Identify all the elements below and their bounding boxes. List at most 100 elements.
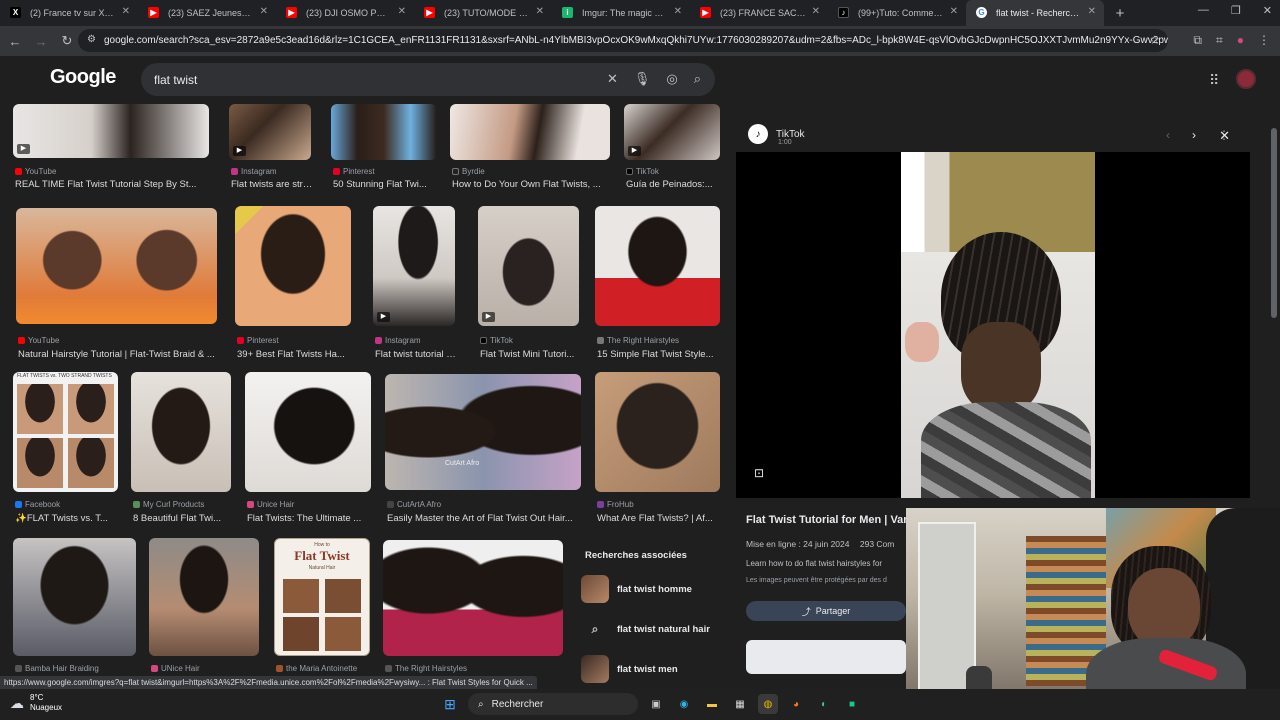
result-source[interactable]: Bamba Hair Braiding — [15, 664, 99, 673]
related-item[interactable]: flat twist homme — [581, 574, 727, 604]
app-icon[interactable]: ■ — [842, 694, 862, 714]
tab-dji-osmo[interactable]: ▶ (23) DJI OSMO POCKET 3 ✕ — [276, 0, 414, 26]
result-source[interactable]: the Maria Antoinette — [276, 664, 357, 673]
tab-search-icon[interactable]: ⌗ — [1216, 33, 1223, 48]
profile-icon[interactable]: ● — [1237, 33, 1244, 48]
result-thumbnail[interactable]: ▶ — [13, 104, 209, 158]
image-result[interactable]: ▶ TikTok Flat Twist Mini Tutori... — [478, 206, 579, 360]
edge-dev-icon[interactable]: ◐ — [814, 694, 834, 714]
image-result[interactable]: ▶ Instagram Flat twists are strat... — [229, 104, 313, 190]
lens-search-icon[interactable]: ⊡ — [754, 466, 764, 480]
result-source[interactable]: FroHub — [597, 500, 634, 509]
close-tab-icon[interactable]: ✕ — [1088, 6, 1096, 17]
result-source[interactable]: Instagram — [231, 167, 277, 176]
result-title[interactable]: REAL TIME Flat Twist Tutorial Step By St… — [15, 179, 211, 190]
result-thumbnail[interactable] — [383, 540, 563, 656]
result-source[interactable]: CutArtA Afro — [387, 500, 441, 509]
reload-icon[interactable]: ↻ — [54, 33, 80, 49]
image-result[interactable]: ▶ YouTube REAL TIME Flat Twist Tutorial … — [13, 104, 209, 190]
bookmark-star-icon[interactable]: ☆ — [1149, 33, 1160, 47]
image-result[interactable]: Pinterest 50 Stunning Flat Twi... — [331, 104, 437, 190]
result-source[interactable]: The Right Hairstyles — [385, 664, 467, 673]
result-source[interactable]: YouTube — [15, 167, 56, 176]
result-thumbnail[interactable]: ▶ — [478, 206, 579, 326]
tab-tiktok-tuto[interactable]: ♪ (99+)Tuto: Comment stre ✕ — [828, 0, 966, 26]
result-source[interactable]: Facebook — [15, 500, 60, 509]
lens-icon[interactable]: ◎ — [666, 71, 677, 87]
result-thumbnail[interactable] — [16, 208, 217, 324]
result-title[interactable]: 39+ Best Flat Twists Ha... — [237, 349, 353, 360]
result-thumbnail[interactable] — [331, 104, 437, 160]
preview-title[interactable]: Flat Twist Tutorial for Men | Var — [746, 514, 908, 526]
result-source[interactable]: Pinterest — [333, 167, 375, 176]
image-result[interactable]: YouTube Natural Hairstyle Tutorial | Fla… — [16, 208, 217, 360]
address-bar[interactable]: ⚙ google.com/search?sca_esv=2872a9e5c3ea… — [78, 29, 1168, 52]
back-icon[interactable]: ← — [2, 34, 28, 49]
close-preview-icon[interactable]: ✕ — [1219, 128, 1230, 144]
result-source[interactable]: Unice Hair — [247, 500, 294, 509]
file-explorer-icon[interactable]: ▬ — [702, 694, 722, 714]
close-window-icon[interactable]: ✕ — [1263, 4, 1272, 17]
result-thumbnail[interactable] — [450, 104, 610, 160]
tab-saez[interactable]: ▶ (23) SAEZ Jeunesse lève-t ✕ — [138, 0, 276, 26]
result-thumbnail[interactable]: CutArt Afro — [385, 374, 581, 490]
close-tab-icon[interactable]: ✕ — [260, 6, 268, 17]
tab-imgur[interactable]: i Imgur: The magic of the I ✕ — [552, 0, 690, 26]
image-result[interactable]: Unice Hair Flat Twists: The Ultimate ... — [245, 372, 371, 524]
result-title[interactable]: Easily Master the Art of Flat Twist Out … — [387, 513, 583, 524]
clear-icon[interactable]: ✕ — [607, 71, 618, 87]
result-thumbnail[interactable]: How to Flat Twist Natural Hair — [274, 538, 370, 656]
result-source[interactable]: The Right Hairstyles — [597, 336, 679, 345]
new-tab-button[interactable]: + — [1110, 5, 1130, 22]
result-thumbnail[interactable] — [13, 538, 136, 656]
menu-icon[interactable]: ⋮ — [1258, 33, 1270, 48]
image-result[interactable]: ▶ TikTok Guía de Peinados:... — [624, 104, 720, 190]
visit-button[interactable] — [746, 640, 906, 674]
related-item[interactable]: ⌕ flat twist natural hair — [581, 614, 727, 644]
firefox-icon[interactable]: ◕ — [786, 694, 806, 714]
site-info-icon[interactable]: ⚙ — [87, 34, 96, 45]
result-thumbnail[interactable] — [235, 206, 351, 326]
image-result[interactable]: ▶ Instagram Flat twist tutorial o... — [373, 206, 457, 360]
image-result[interactable]: FroHub What Are Flat Twists? | Af... — [595, 372, 722, 524]
result-title[interactable]: What Are Flat Twists? | Af... — [597, 513, 722, 524]
image-result[interactable]: My Curl Products 8 Beautiful Flat Twi... — [131, 372, 231, 524]
result-thumbnail[interactable] — [245, 372, 371, 492]
result-source[interactable]: Pinterest — [237, 336, 279, 345]
image-result[interactable]: Bamba Hair Braiding — [13, 538, 136, 678]
image-result[interactable]: UNice Hair — [149, 538, 259, 678]
close-tab-icon[interactable]: ✕ — [398, 6, 406, 17]
search-input[interactable]: flat twist ✕ 🎙 ◎ ⌕ — [141, 63, 715, 96]
result-source[interactable]: My Curl Products — [133, 500, 204, 509]
image-result[interactable]: FLAT TWISTS vs. TWO STRAND TWISTS Facebo… — [13, 372, 118, 524]
preview-source[interactable]: ♪ TikTok — [748, 124, 805, 144]
result-thumbnail[interactable] — [595, 206, 720, 326]
result-title[interactable]: Flat twists are strat... — [231, 179, 313, 190]
store-icon[interactable]: ▦ — [730, 694, 750, 714]
forward-icon[interactable]: → — [28, 34, 54, 49]
related-item[interactable]: flat twist men — [581, 654, 727, 684]
restore-icon[interactable]: ❐ — [1231, 4, 1241, 17]
next-icon[interactable]: › — [1192, 128, 1196, 142]
result-title[interactable]: 15 Simple Flat Twist Style... — [597, 349, 722, 360]
result-thumbnail[interactable]: ▶ — [229, 104, 311, 160]
close-tab-icon[interactable]: ✕ — [950, 6, 958, 17]
task-view-icon[interactable]: ▣ — [646, 694, 666, 714]
search-icon[interactable]: ⌕ — [694, 71, 701, 87]
result-thumbnail[interactable] — [131, 372, 231, 492]
chrome-icon[interactable]: ◍ — [758, 694, 778, 714]
image-result[interactable]: The Right Hairstyles 15 Simple Flat Twis… — [595, 206, 720, 360]
taskbar-search[interactable]: ⌕ Rechercher — [468, 693, 638, 715]
result-thumbnail[interactable]: ▶ — [373, 206, 455, 326]
apps-grid-icon[interactable]: ⠿ — [1209, 72, 1219, 89]
image-result[interactable]: The Right Hairstyles — [383, 540, 563, 680]
close-tab-icon[interactable]: ✕ — [122, 6, 130, 17]
scrollbar[interactable] — [1271, 128, 1277, 318]
tab-tuto-mode[interactable]: ▶ (23) TUTO/MODE D'EMPL ✕ — [414, 0, 552, 26]
result-title[interactable]: 50 Stunning Flat Twi... — [333, 179, 439, 190]
close-tab-icon[interactable]: ✕ — [812, 6, 820, 17]
result-title[interactable]: Guía de Peinados:... — [626, 179, 722, 190]
image-result[interactable]: Pinterest 39+ Best Flat Twists Ha... — [235, 206, 351, 360]
image-result[interactable]: How to Flat Twist Natural Hair the Maria… — [274, 538, 370, 678]
result-source[interactable]: UNice Hair — [151, 664, 200, 673]
